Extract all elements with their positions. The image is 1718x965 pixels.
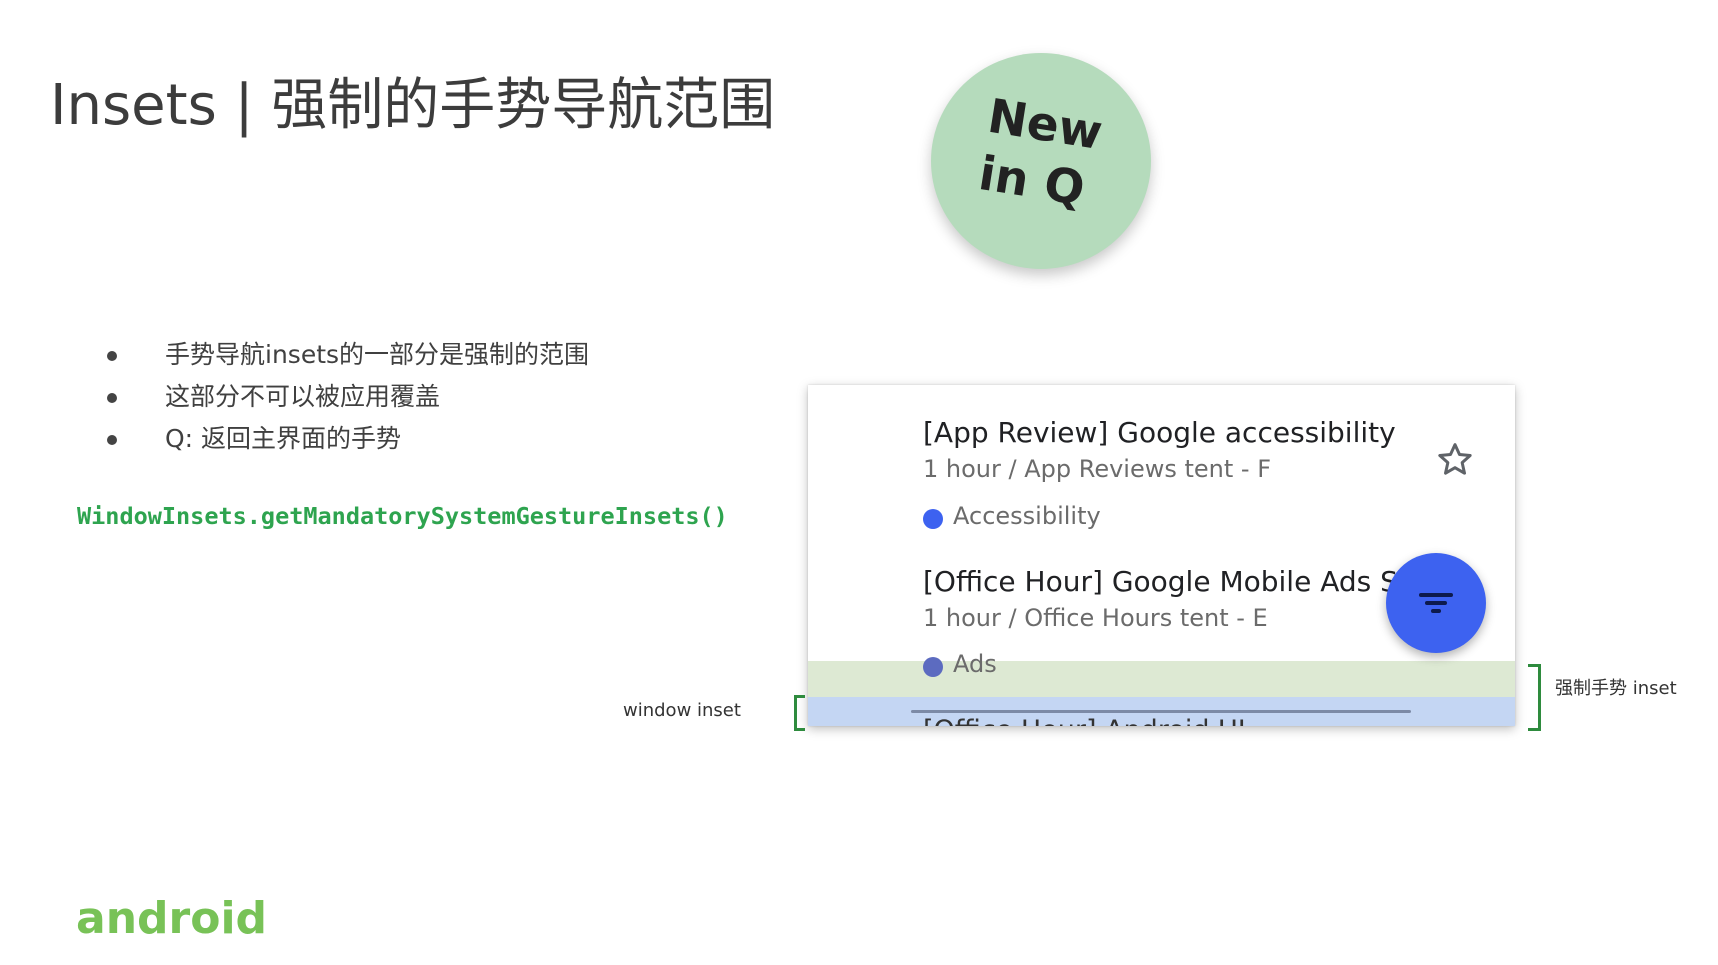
event-tag-label: Accessibility: [953, 502, 1101, 530]
api-code-snippet: WindowInsets.getMandatorySystemGestureIn…: [77, 502, 728, 530]
gesture-nav-handle[interactable]: [911, 710, 1411, 713]
bullet-item: 手势导航insets的一部分是强制的范围: [100, 334, 589, 376]
bullet-text: Q: 返回主界面的手势: [165, 424, 402, 453]
filter-list-icon: [1431, 609, 1441, 613]
slide-title: Insets | 强制的手势导航范围: [50, 73, 776, 138]
tag-dot-icon: [923, 509, 943, 529]
new-in-q-badge: New in Q: [931, 53, 1151, 269]
badge-text: New in Q: [975, 87, 1132, 225]
slide: Insets | 强制的手势导航范围 New in Q 手势导航insets的一…: [0, 0, 1718, 965]
event-tag: Accessibility: [923, 502, 1101, 530]
window-inset-label: window inset: [623, 700, 741, 721]
bullet-dot-icon: [107, 393, 117, 403]
gesture-inset-label: 强制手势 inset: [1555, 678, 1677, 699]
bullet-text: 手势导航insets的一部分是强制的范围: [165, 340, 590, 369]
bullet-item: Q: 返回主界面的手势: [100, 418, 589, 460]
event-title[interactable]: [Office Hour] Google Mobile Ads SDK: [923, 565, 1438, 598]
event-tag: Ads: [923, 650, 997, 678]
bullet-text: 这部分不可以被应用覆盖: [165, 382, 441, 411]
bullet-item: 这部分不可以被应用覆盖: [100, 376, 589, 418]
clipped-event-title: [Office Hour] Android UI: [923, 715, 1246, 726]
filter-list-icon: [1425, 601, 1447, 605]
mandatory-gesture-inset-area: [808, 661, 1515, 697]
event-subtitle: 1 hour / Office Hours tent - E: [923, 604, 1268, 632]
event-tag-label: Ads: [953, 650, 997, 678]
bullet-list: 手势导航insets的一部分是强制的范围 这部分不可以被应用覆盖 Q: 返回主界…: [100, 334, 589, 460]
filter-fab-button[interactable]: [1386, 553, 1486, 653]
window-inset-bracket: [794, 695, 805, 731]
badge-line-2: in Q: [975, 146, 1089, 217]
gesture-inset-bracket: [1528, 664, 1541, 731]
filter-list-icon: [1419, 593, 1453, 597]
event-title[interactable]: [App Review] Google accessibility: [923, 416, 1396, 449]
android-logo: android: [76, 893, 268, 944]
star-outline-icon[interactable]: [1435, 440, 1475, 480]
event-subtitle: 1 hour / App Reviews tent - F: [923, 455, 1272, 483]
tag-dot-icon: [923, 657, 943, 677]
bullet-dot-icon: [107, 435, 117, 445]
bullet-dot-icon: [107, 351, 117, 361]
phone-app-screenshot: [App Review] Google accessibility 1 hour…: [808, 385, 1515, 726]
